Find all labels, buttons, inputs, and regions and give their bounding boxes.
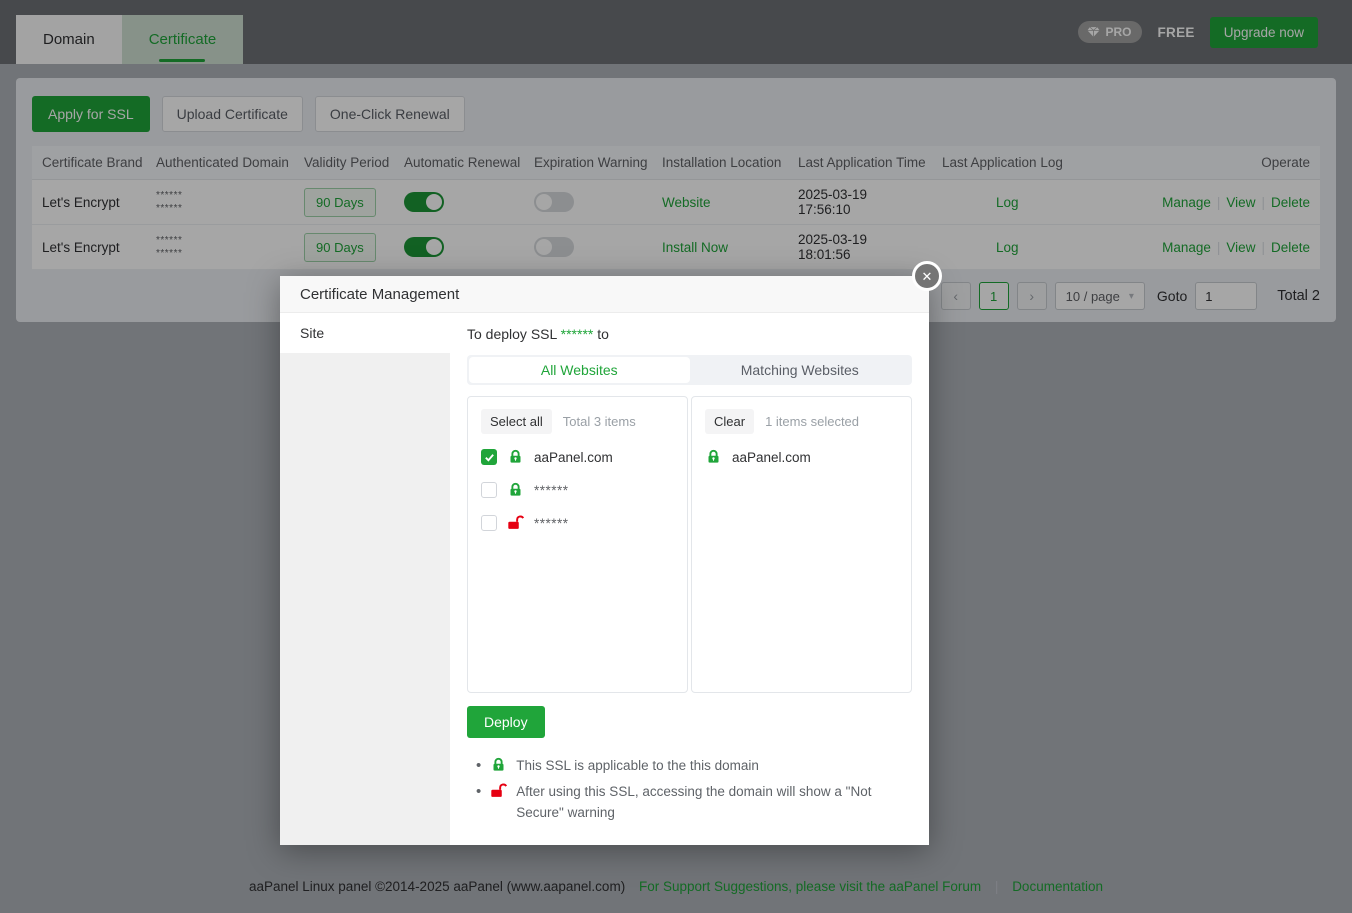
target-summary: 1 items selected: [765, 414, 859, 429]
dialog-body: Site To deploy SSL ****** to All Website…: [280, 313, 929, 845]
dialog-content: To deploy SSL ****** to All Websites Mat…: [450, 313, 929, 845]
website-label: ******: [534, 483, 569, 498]
deploy-button[interactable]: Deploy: [467, 706, 545, 738]
dialog-sidebar: Site: [280, 313, 450, 845]
ssl-notes: • This SSL is applicable to the this dom…: [467, 755, 912, 823]
website-checkbox[interactable]: [481, 449, 497, 465]
note-text: After using this SSL, accessing the doma…: [516, 781, 908, 823]
ssl-note: • After using this SSL, accessing the do…: [476, 781, 912, 823]
lock-open-icon: [490, 783, 507, 799]
deploy-line-suffix: to: [593, 326, 609, 342]
certificate-name: ******: [561, 326, 594, 342]
close-icon[interactable]: ✕: [912, 261, 942, 291]
website-checkbox[interactable]: [481, 482, 497, 498]
lock-closed-icon: [490, 757, 507, 773]
bullet-icon: •: [476, 781, 481, 802]
tab-matching-websites[interactable]: Matching Websites: [690, 357, 911, 383]
tab-all-websites[interactable]: All Websites: [469, 357, 690, 383]
source-summary: Total 3 items: [563, 414, 636, 429]
deploy-ssl-line: To deploy SSL ****** to: [467, 326, 912, 342]
website-checkbox[interactable]: [481, 515, 497, 531]
ssl-note: • This SSL is applicable to the this dom…: [476, 755, 912, 776]
selected-website-label: aaPanel.com: [732, 450, 811, 465]
lock-closed-icon: [507, 482, 524, 498]
clear-button[interactable]: Clear: [705, 409, 754, 434]
website-list-item[interactable]: aaPanel.com: [481, 447, 674, 467]
bullet-icon: •: [476, 755, 481, 776]
certificate-management-dialog: ✕ Certificate Management Site To deploy …: [280, 276, 929, 845]
target-list: aaPanel.com: [705, 447, 898, 467]
sidebar-item-site[interactable]: Site: [280, 313, 450, 353]
deploy-line-prefix: To deploy SSL: [467, 326, 561, 342]
source-list: aaPanel.com ****** ******: [481, 447, 674, 533]
lock-closed-icon: [507, 449, 524, 465]
note-text: This SSL is applicable to the this domai…: [516, 755, 759, 776]
select-all-button[interactable]: Select all: [481, 409, 552, 434]
source-panel: Select all Total 3 items aaPanel.com ***…: [467, 396, 688, 693]
target-panel: Clear 1 items selected aaPanel.com: [691, 396, 912, 693]
website-label: aaPanel.com: [534, 450, 613, 465]
lock-open-icon: [507, 515, 524, 531]
selected-website-item: aaPanel.com: [705, 447, 898, 467]
website-label: ******: [534, 516, 569, 531]
transfer-panels: Select all Total 3 items aaPanel.com ***…: [467, 396, 912, 693]
dialog-title: Certificate Management: [280, 276, 929, 313]
lock-closed-icon: [705, 449, 722, 465]
website-list-item[interactable]: ******: [481, 513, 674, 533]
website-list-item[interactable]: ******: [481, 480, 674, 500]
website-filter-tabs: All Websites Matching Websites: [467, 355, 912, 385]
